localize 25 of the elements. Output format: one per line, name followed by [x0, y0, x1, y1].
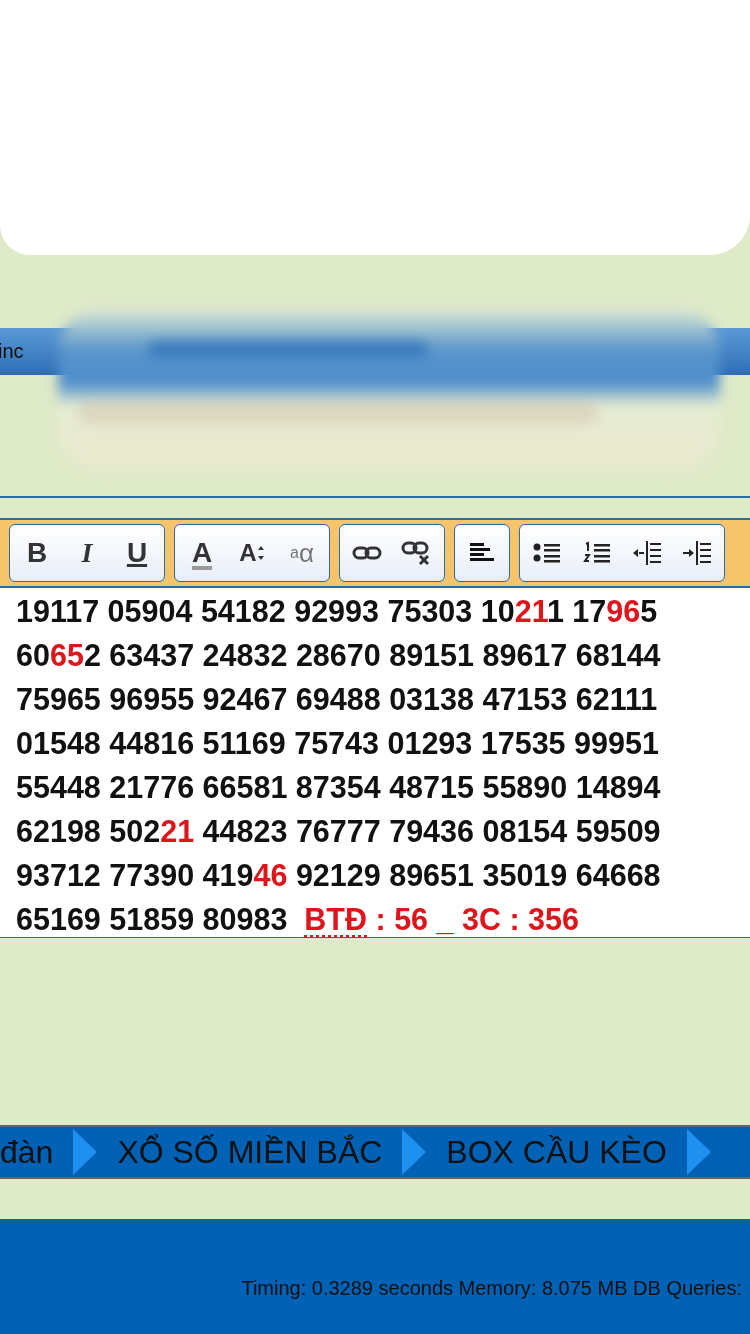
- editor-area[interactable]: [0, 588, 750, 938]
- numbered-list-icon: [583, 541, 611, 565]
- bullet-list-icon: [533, 541, 561, 565]
- number-line: 01548 44816 51169 75743 01293 17535 99951: [16, 725, 659, 762]
- debug-info: Timing: 0.3289 seconds Memory: 8.075 MB DB Queries:: [241, 1277, 742, 1301]
- font-size-button[interactable]: A: [228, 531, 276, 575]
- number-line: 55448 21776 66581 87354 48715 55890 14894: [16, 769, 661, 806]
- number-line: 62198 50221 44823 76777 79436 08154 59509: [16, 813, 661, 850]
- outdent-icon: [632, 540, 662, 566]
- header-text: inc: [0, 340, 24, 363]
- number-line: 75965 96955 92467 69488 03138 47153 62111: [16, 681, 658, 718]
- font-color-button[interactable]: A: [178, 531, 226, 575]
- underline-button[interactable]: U: [113, 531, 161, 575]
- number-line: 93712 77390 41946 92129 89651 35019 64668: [16, 857, 661, 894]
- chevron-icon: [402, 1129, 427, 1175]
- bold-button[interactable]: B: [13, 531, 61, 575]
- number-line: 19117 05904 54182 92993 75303 10211 17965: [16, 593, 658, 630]
- chevron-icon: [73, 1129, 98, 1175]
- indent-icon: [682, 540, 712, 566]
- number-line: 60652 63437 24832 28670 89151 89617 68144: [16, 637, 661, 674]
- number-line: 65169 51859 80983 BTĐ : 56 _ 3C : 356: [16, 901, 579, 938]
- up-down-arrows-icon: [256, 546, 265, 560]
- text-case-button[interactable]: $^{a}$α: [278, 531, 326, 575]
- chevron-icon: [686, 1129, 711, 1175]
- italic-button[interactable]: I: [63, 531, 111, 575]
